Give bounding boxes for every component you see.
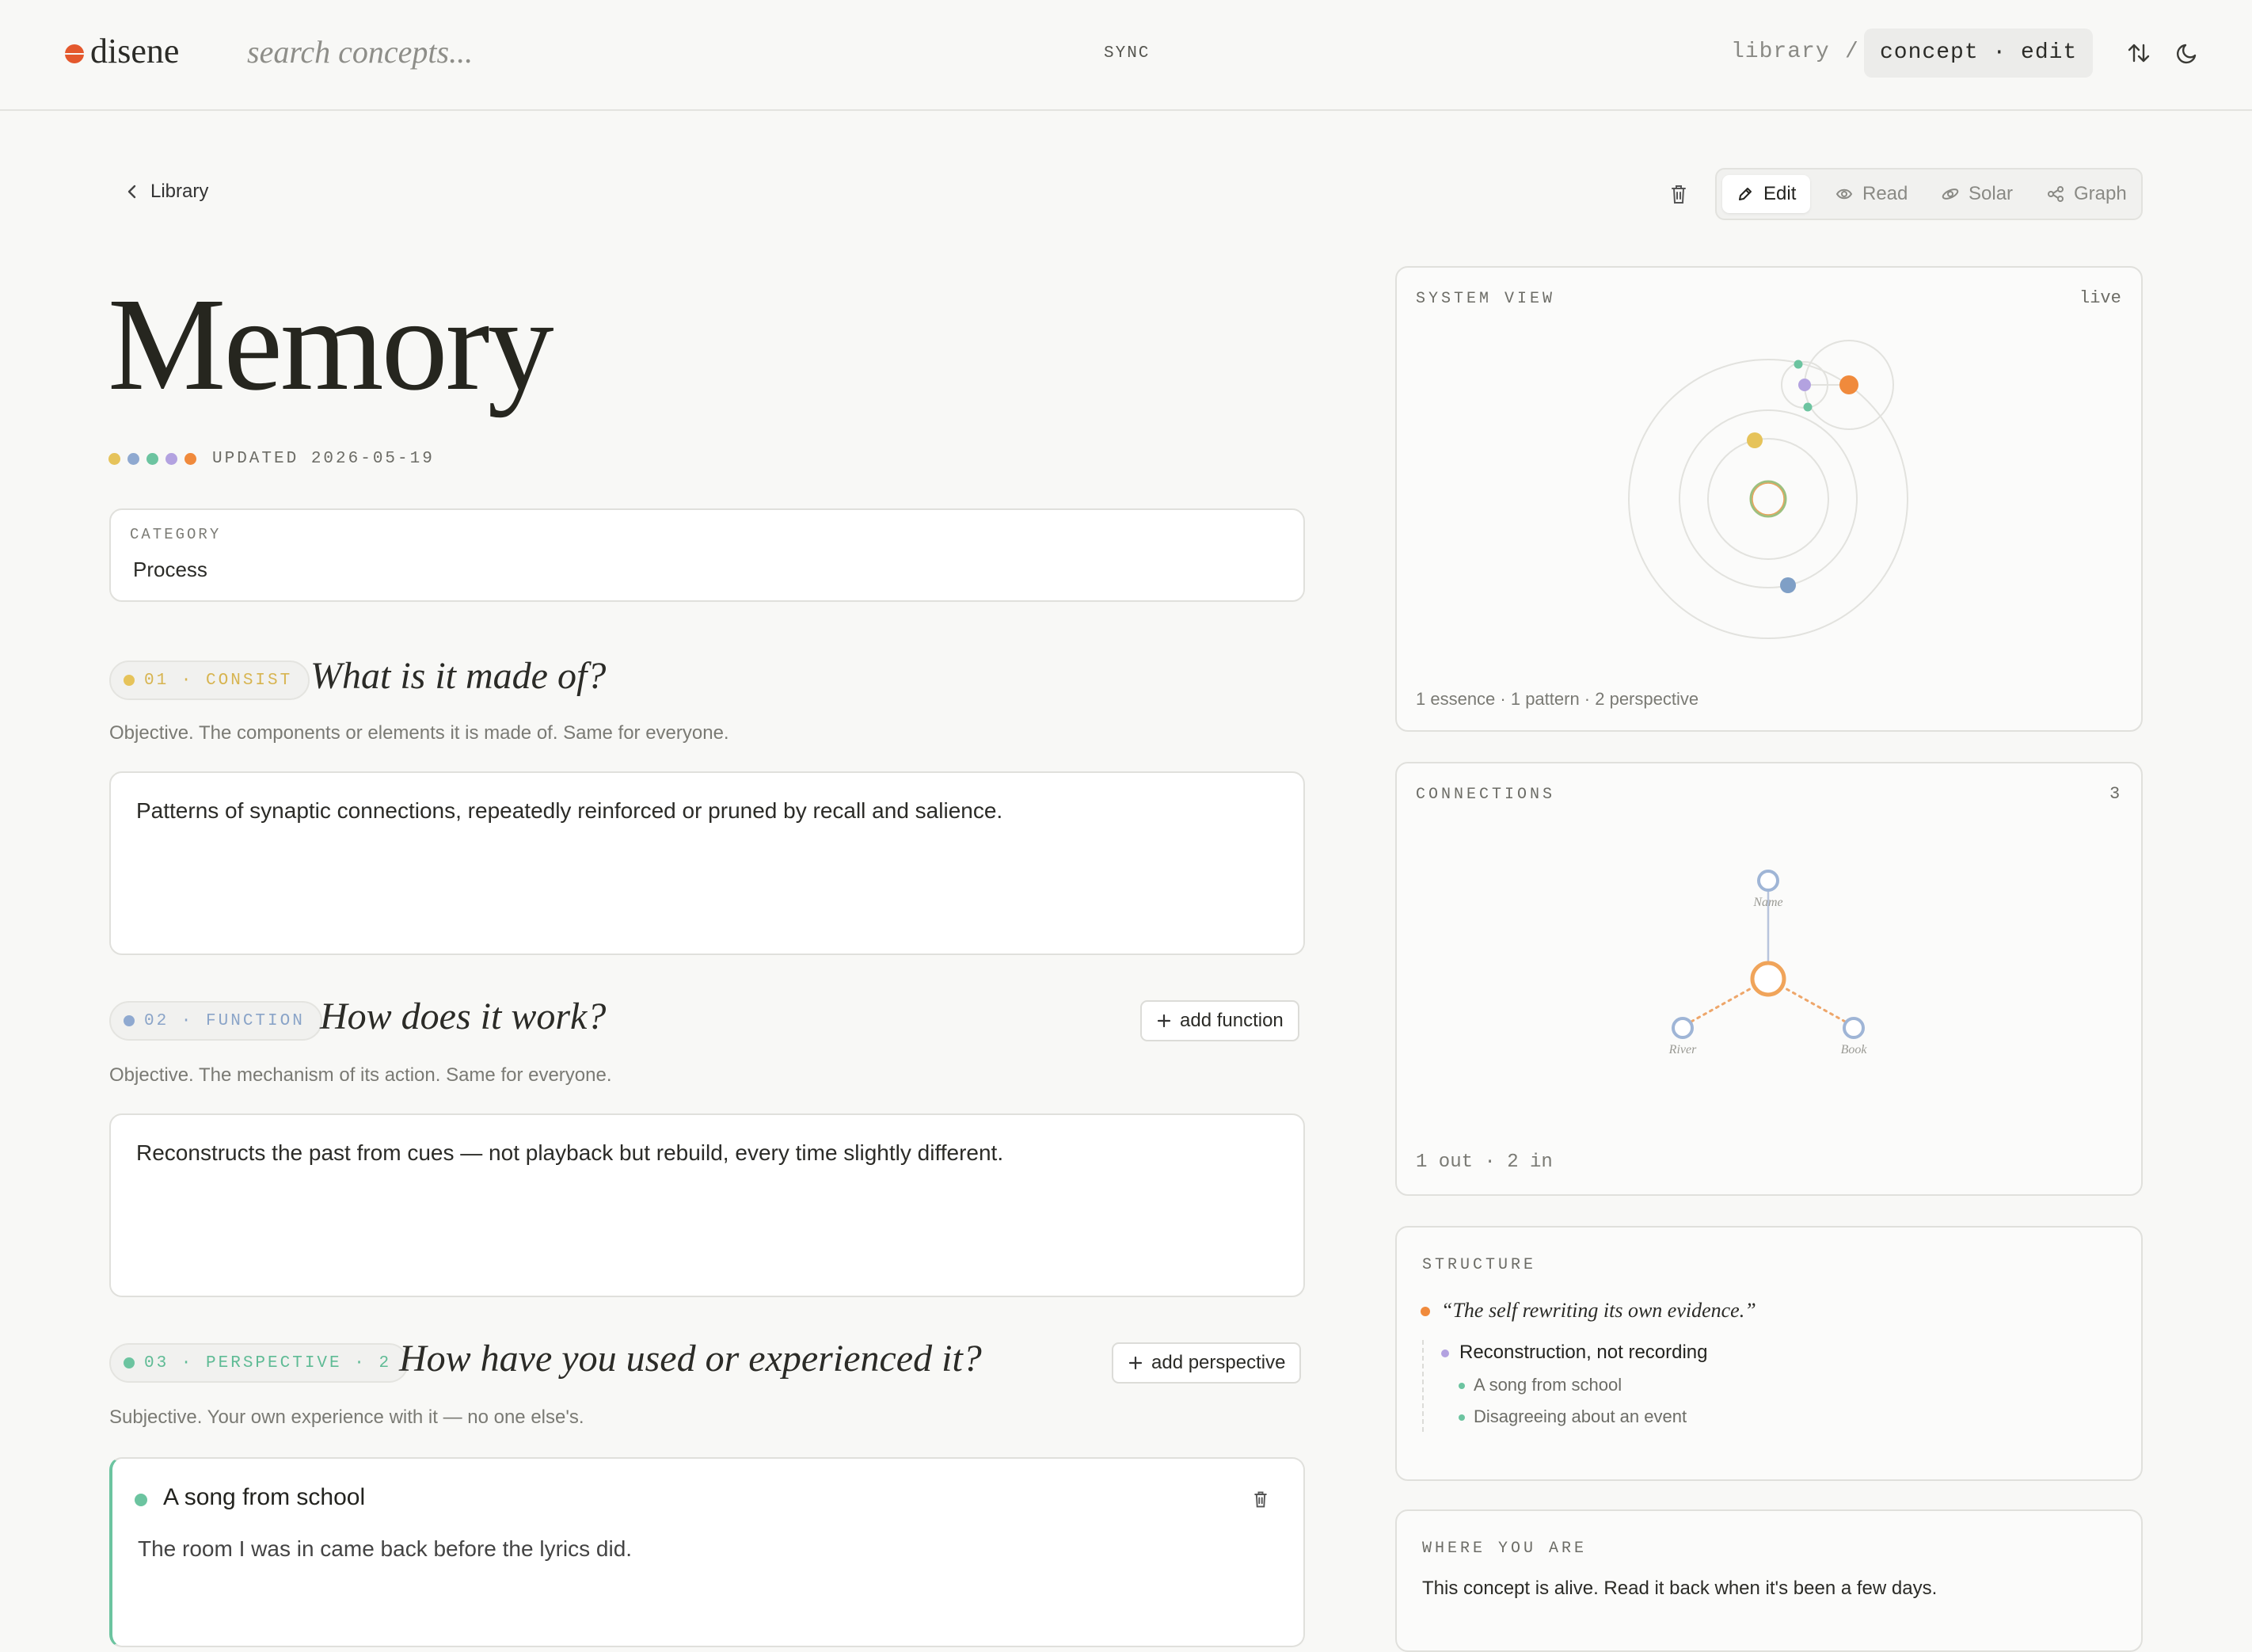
structure-pattern[interactable]: Reconstruction, not recording [1459,1342,1708,1364]
add-function-button[interactable]: add function [1140,1000,1299,1041]
connection-node-name[interactable]: Name [1752,896,1782,909]
perspective-dot [1459,1383,1465,1389]
perspective-item-title[interactable]: A song from school [163,1484,365,1511]
section-description-consist: Objective. The components or elements it… [109,722,729,744]
section-description-function: Objective. The mechanism of its action. … [109,1064,612,1086]
where-you-are-text: This concept is alive. Read it back when… [1422,1578,1938,1599]
pattern-dot [1441,1349,1449,1357]
where-you-are-title: WHERE YOU ARE [1422,1540,1588,1558]
logo-icon [65,44,84,63]
consist-dot [124,675,135,686]
structure-essence[interactable]: “The self rewriting its own evidence.” [1441,1299,1756,1323]
section-question-function: How does it work? [320,995,607,1037]
perspective-item-body[interactable]: The room I was in came back before the l… [138,1536,632,1562]
structure-perspective-1[interactable]: A song from school [1474,1375,1622,1395]
plus-icon [1157,1014,1171,1028]
section-question-perspective: How have you used or experienced it? [399,1338,982,1380]
system-view-summary: 1 essence · 1 pattern · 2 perspective [1416,689,1699,709]
structure-guide-line [1422,1340,1424,1432]
logo[interactable]: disene [90,32,179,71]
status-dot-essence [184,453,196,465]
view-tabs: Edit Read Solar Graph [1715,168,2143,220]
solar-diagram[interactable] [1395,266,2143,732]
tab-graph[interactable]: Graph [2033,175,2141,213]
structure-perspective-2[interactable]: Disagreeing about an event [1474,1406,1687,1427]
search-input[interactable]: search concepts... [247,32,473,73]
connections-graph[interactable]: Name River Book [1395,762,2143,1196]
section-tag-function: 02 · FUNCTION [109,1001,322,1041]
tab-solar[interactable]: Solar [1927,175,2027,213]
back-label: Library [150,181,209,202]
pencil-icon [1739,188,1752,200]
page-title: Memory [108,271,554,418]
chevron-left-icon [127,185,136,199]
perspective-item-dot [135,1494,147,1506]
breadcrumb-current: concept · edit [1864,29,2094,78]
status-dot-consist [108,453,120,465]
add-perspective-button[interactable]: add perspective [1112,1342,1302,1384]
function-dot [124,1015,135,1026]
section-tag-perspective: 03 · PERSPECTIVE · 2 [109,1343,409,1383]
section-question-consist: What is it made of? [310,655,607,697]
connection-node-book[interactable]: Book [1841,1043,1868,1056]
function-answer-text[interactable]: Reconstructs the past from cues — not pl… [136,1140,1003,1166]
section-description-perspective: Subjective. Your own experience with it … [109,1406,584,1428]
top-bar: disene search concepts... SYNC library /… [0,0,2252,111]
consist-answer-text[interactable]: Patterns of synaptic connections, repeat… [136,798,1002,824]
essence-dot [1421,1307,1430,1316]
sort-icon[interactable] [2125,40,2152,67]
connections-summary: 1 out · 2 in [1416,1151,1553,1173]
sync-label[interactable]: SYNC [1104,44,1150,63]
graph-icon [2048,186,2064,202]
moon-icon[interactable] [2174,40,2201,67]
eye-icon [1835,188,1853,200]
category-value[interactable]: Process [133,558,207,582]
plus-icon [1128,1356,1143,1370]
tab-edit[interactable]: Edit [1722,175,1811,213]
category-field[interactable] [109,508,1305,602]
tab-read[interactable]: Read [1821,175,1922,213]
status-dot-perspective [146,453,158,465]
status-dot-pattern [165,453,177,465]
orbit-icon [1942,188,1959,200]
section-tag-consist: 01 · CONSIST [109,660,310,700]
back-link[interactable]: Library [125,181,208,203]
perspective-dot [124,1357,135,1368]
category-label: CATEGORY [130,526,222,543]
connection-node-river[interactable]: River [1668,1043,1697,1056]
status-dot-function [127,453,139,465]
updated-date: UPDATED 2026-05-19 [212,450,435,468]
perspective-dot [1459,1414,1465,1421]
breadcrumb-separator: / [1845,40,1858,64]
trash-icon[interactable] [1251,1489,1270,1509]
structure-title: STRUCTURE [1422,1256,1537,1274]
breadcrumb-library[interactable]: library [1731,40,1830,64]
trash-icon[interactable] [1668,182,1690,206]
